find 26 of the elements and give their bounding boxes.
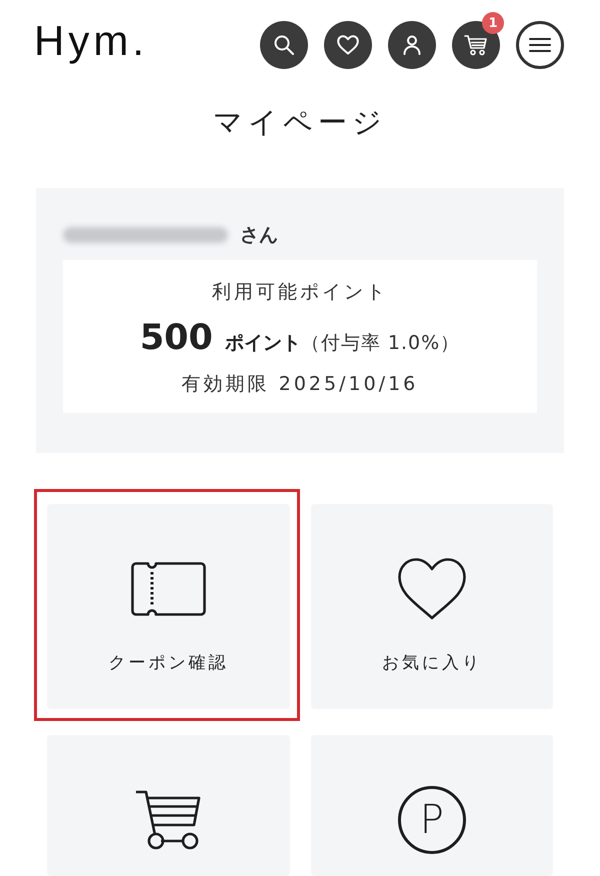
cart-icon	[464, 34, 488, 56]
points-tile[interactable]: P	[310, 735, 553, 876]
heart-icon	[337, 35, 359, 55]
coupon-tile[interactable]: クーポン確認	[47, 504, 290, 709]
favorites-button[interactable]	[324, 21, 372, 69]
heart-icon	[398, 558, 466, 620]
favorites-tile[interactable]: お気に入り	[310, 504, 553, 709]
points-unit: ポイント	[224, 331, 301, 356]
cart-count-badge: 1	[482, 12, 504, 34]
logo[interactable]: Hym.	[34, 20, 148, 62]
user-icon	[403, 35, 421, 55]
page-title: マイページ	[212, 104, 388, 141]
menu-icon	[529, 37, 551, 53]
shopping-cart-icon	[135, 789, 202, 851]
expiry-date: 有効期限 2025/10/16	[182, 372, 418, 397]
ticket-icon	[130, 562, 206, 616]
cart-tile[interactable]	[47, 735, 290, 876]
points-value: 500	[140, 318, 213, 358]
menu-button[interactable]	[516, 21, 564, 69]
search-icon	[274, 35, 294, 55]
grant-rate: （付与率 1.0%）	[300, 331, 460, 356]
search-button[interactable]	[260, 21, 308, 69]
honorific: さん	[240, 223, 278, 248]
account-button[interactable]	[388, 21, 436, 69]
points-label: 利用可能ポイント	[212, 280, 388, 305]
points-circle-icon: P	[398, 786, 466, 854]
